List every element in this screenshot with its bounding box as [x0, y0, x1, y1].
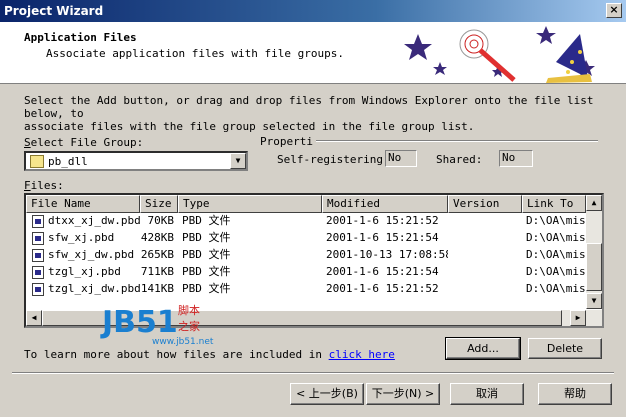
svg-text:www.jb51.net: www.jb51.net — [152, 337, 214, 347]
table-row[interactable]: dtxx_xj_dw.pbd 70KB PBD 文件 2001-1-6 15:2… — [26, 213, 586, 230]
cell-size: 711KB — [140, 265, 174, 278]
cell-type: PBD 文件 — [182, 231, 231, 244]
table-row[interactable]: sfw_xj_dw.pbd 265KB PBD 文件 2001-10-13 17… — [26, 247, 586, 264]
watermark-logo: JB51 脚本 之家 www.jb51.net — [100, 303, 214, 347]
button-divider — [12, 372, 614, 374]
add-button[interactable]: Add... — [445, 337, 521, 360]
table-row[interactable]: tzgl_xj.pbd 711KB PBD 文件 2001-1-6 15:21:… — [26, 264, 586, 281]
close-icon[interactable]: × — [606, 3, 622, 18]
cell-link-to: D:\OA\mis\ — [526, 282, 586, 295]
scroll-down-icon[interactable]: ▼ — [586, 293, 602, 309]
cell-size: 141KB — [140, 282, 174, 295]
cell-file-name: dtxx_xj_dw.pbd — [48, 214, 140, 227]
help-button[interactable]: 帮助 — [538, 383, 612, 405]
properties-title: Properti — [260, 135, 313, 148]
column-size[interactable]: Size — [140, 195, 178, 213]
properties-divider — [316, 140, 598, 142]
cell-type: PBD 文件 — [182, 282, 231, 295]
delete-button[interactable]: Delete — [528, 338, 602, 359]
click-here-link[interactable]: click here — [329, 348, 395, 361]
column-link-to[interactable]: Link To — [522, 195, 586, 213]
scroll-left-icon[interactable]: ◀ — [26, 310, 42, 326]
svg-text:脚本: 脚本 — [178, 303, 200, 317]
pbd-file-icon — [32, 266, 44, 279]
cell-size: 428KB — [140, 231, 174, 244]
page-title: Application Files — [24, 31, 137, 44]
window-title: Project Wizard — [4, 4, 104, 18]
help-text: To learn more about how files are includ… — [24, 348, 323, 361]
title-bar: Project Wizard × — [0, 0, 626, 22]
svg-text:之家: 之家 — [178, 319, 200, 333]
table-row[interactable]: sfw_xj.pbd 428KB PBD 文件 2001-1-6 15:21:5… — [26, 230, 586, 247]
scroll-right-icon[interactable]: ▶ — [570, 310, 586, 326]
vertical-scrollbar[interactable]: ▲ ▼ — [586, 195, 602, 309]
vertical-scroll-thumb[interactable] — [586, 243, 602, 291]
cell-type: PBD 文件 — [182, 248, 231, 261]
cell-modified: 2001-1-6 15:21:54 — [326, 265, 439, 278]
cell-size: 265KB — [140, 248, 174, 261]
self-registering-field: No — [385, 150, 417, 167]
column-modified[interactable]: Modified — [322, 195, 448, 213]
svg-text:JB51: JB51 — [100, 305, 178, 340]
wizard-wand-icon — [404, 26, 595, 83]
star-icon — [404, 34, 432, 60]
cell-size: 70KB — [147, 214, 175, 227]
cell-type: PBD 文件 — [182, 214, 231, 227]
back-button[interactable]: < 上一步(B) — [290, 383, 364, 405]
cell-modified: 2001-10-13 17:08:58 — [326, 248, 448, 261]
table-row[interactable]: tzgl_xj_dw.pbd 141KB PBD 文件 2001-1-6 15:… — [26, 281, 586, 298]
files-label: Files: — [24, 179, 64, 192]
pbd-file-icon — [32, 215, 44, 228]
file-list-header: File Name Size Type Modified Version Lin… — [26, 195, 602, 213]
file-group-value: pb_dll — [48, 155, 88, 168]
cancel-button[interactable]: 取消 — [450, 383, 524, 405]
instructions: Select the Add button, or drag and drop … — [24, 94, 610, 133]
help-text-line: To learn more about how files are includ… — [24, 348, 395, 361]
cell-modified: 2001-1-6 15:21:54 — [326, 231, 439, 244]
wizard-header: Application Files Associate application … — [0, 22, 626, 84]
file-group-select[interactable]: pb_dll ▼ — [24, 151, 248, 171]
cell-file-name: tzgl_xj.pbd — [48, 265, 121, 278]
star-icon — [433, 62, 447, 75]
folder-icon — [30, 155, 44, 168]
page-subtitle: Associate application files with file gr… — [46, 47, 345, 60]
cell-link-to: D:\OA\mis\ — [526, 265, 586, 278]
shared-field: No — [499, 150, 533, 167]
star-icon — [536, 26, 556, 44]
cell-modified: 2001-1-6 15:21:52 — [326, 214, 439, 227]
cell-file-name: sfw_xj_dw.pbd — [48, 248, 135, 261]
column-type[interactable]: Type — [178, 195, 322, 213]
cell-link-to: D:\OA\mis\ — [526, 231, 586, 244]
instructions-line-2: associate files with the file group sele… — [24, 120, 475, 133]
file-group-label: Select File Group: — [24, 136, 144, 149]
column-file-name[interactable]: File Name — [26, 195, 140, 213]
instructions-line-1: Select the Add button, or drag and drop … — [24, 94, 594, 120]
cell-modified: 2001-1-6 15:21:52 — [326, 282, 439, 295]
cell-type: PBD 文件 — [182, 265, 231, 278]
cell-file-name: tzgl_xj_dw.pbd — [48, 282, 140, 295]
cell-link-to: D:\OA\mis\ — [526, 214, 586, 227]
column-version[interactable]: Version — [448, 195, 522, 213]
chevron-down-icon[interactable]: ▼ — [230, 153, 246, 169]
self-registering-label: Self-registering: — [277, 153, 390, 166]
pbd-file-icon — [32, 283, 44, 296]
cell-file-name: sfw_xj.pbd — [48, 231, 115, 244]
scroll-up-icon[interactable]: ▲ — [586, 195, 602, 211]
pbd-file-icon — [32, 232, 44, 245]
pbd-file-icon — [32, 249, 44, 262]
cell-link-to: D:\OA\mis\ — [526, 248, 586, 261]
next-button[interactable]: 下一步(N) > — [366, 383, 440, 405]
shared-label: Shared: — [436, 153, 483, 166]
